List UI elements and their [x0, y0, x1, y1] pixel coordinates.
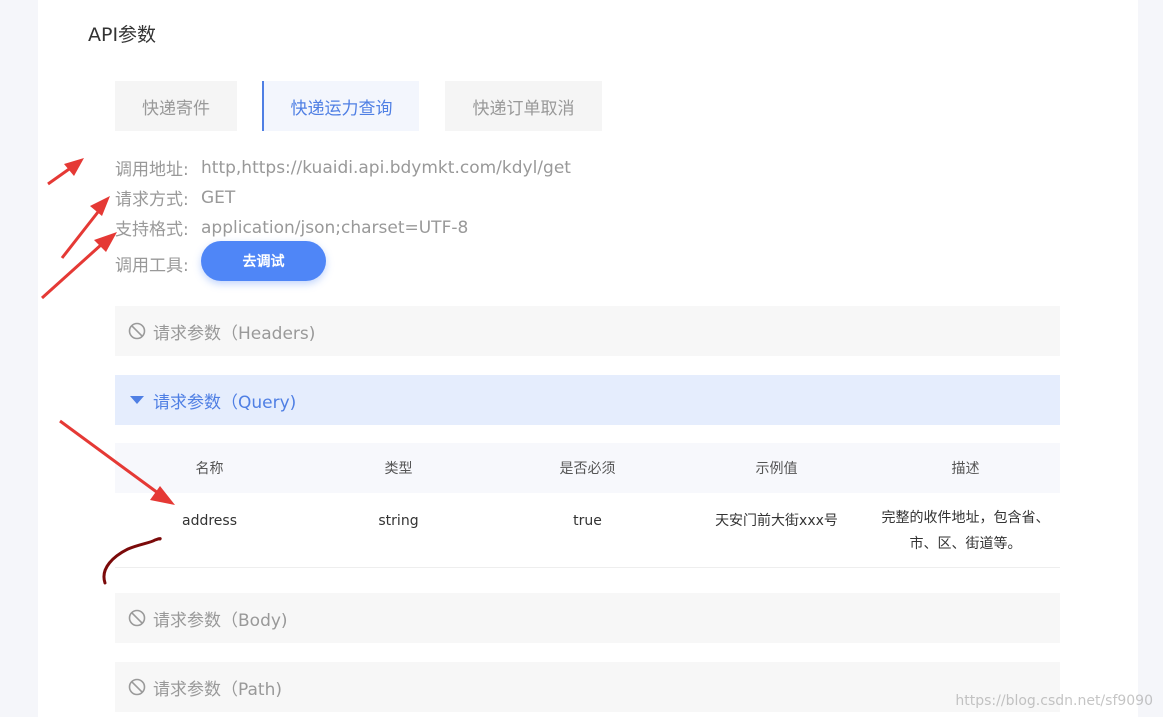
accordion-body-label: 请求参数（Body)	[153, 610, 288, 631]
accordion-body[interactable]: 请求参数（Body)	[115, 593, 1060, 643]
section-title: API参数	[88, 24, 157, 46]
info-address-row: 调用地址: http,https://kuaidi.api.bdymkt.com…	[115, 155, 571, 181]
accordion-path-label: 请求参数（Path)	[153, 679, 282, 700]
ban-icon	[127, 321, 147, 341]
info-tool-label: 调用工具:	[115, 256, 189, 276]
tab-express-capacity-query[interactable]: 快递运力查询	[262, 81, 419, 131]
cell-example: 天安门前大街xxx号	[715, 513, 838, 529]
accordion-headers[interactable]: 请求参数（Headers)	[115, 306, 1060, 356]
cell-name: address	[181, 513, 237, 529]
accordion-path[interactable]: 请求参数（Path)	[115, 662, 1060, 712]
column-header-description: 描述	[951, 461, 980, 477]
info-address-label: 调用地址:	[115, 160, 189, 180]
caret-down-icon	[127, 390, 147, 410]
cell-type: string	[378, 513, 419, 529]
info-address-value: http,https://kuaidi.api.bdymkt.com/kdyl/…	[201, 157, 571, 178]
column-header-name: 名称	[195, 461, 224, 477]
cell-description-line2: 市、区、街道等。	[909, 536, 1022, 552]
info-format-label: 支持格式:	[115, 220, 189, 240]
info-method-row: 请求方式: GET	[115, 185, 236, 211]
ban-icon	[127, 677, 147, 697]
column-header-type: 类型	[384, 461, 413, 477]
info-tool-row: 调用工具:	[115, 251, 201, 276]
info-method-label: 请求方式:	[115, 190, 189, 210]
tab-express-order-cancel[interactable]: 快递订单取消	[445, 81, 602, 131]
accordion-query[interactable]: 请求参数（Query)	[115, 375, 1060, 425]
accordion-headers-label: 请求参数（Headers)	[153, 323, 316, 344]
column-header-example: 示例值	[755, 461, 798, 477]
ban-icon	[127, 608, 147, 628]
table-row: address string true 天安门前大街xxx号 完整的收件地址，包…	[115, 493, 1060, 568]
info-method-value: GET	[201, 187, 236, 208]
debug-button[interactable]: 去调试	[201, 241, 326, 281]
accordion-query-label: 请求参数（Query)	[153, 392, 297, 413]
watermark: https://blog.csdn.net/sf9090	[955, 693, 1153, 709]
column-header-required: 是否必须	[559, 461, 616, 477]
info-format-row: 支持格式: application/json;charset=UTF-8	[115, 215, 469, 241]
cell-description: 完整的收件地址，包含省、 市、区、街道等。	[871, 493, 1060, 557]
cell-description-line1: 完整的收件地址，包含省、	[881, 510, 1050, 526]
tab-express-send[interactable]: 快递寄件	[115, 81, 237, 131]
params-table-header: 名称 类型 是否必须 示例值 描述	[115, 443, 1060, 493]
info-format-value: application/json;charset=UTF-8	[201, 217, 469, 238]
cell-required: true	[573, 513, 602, 529]
